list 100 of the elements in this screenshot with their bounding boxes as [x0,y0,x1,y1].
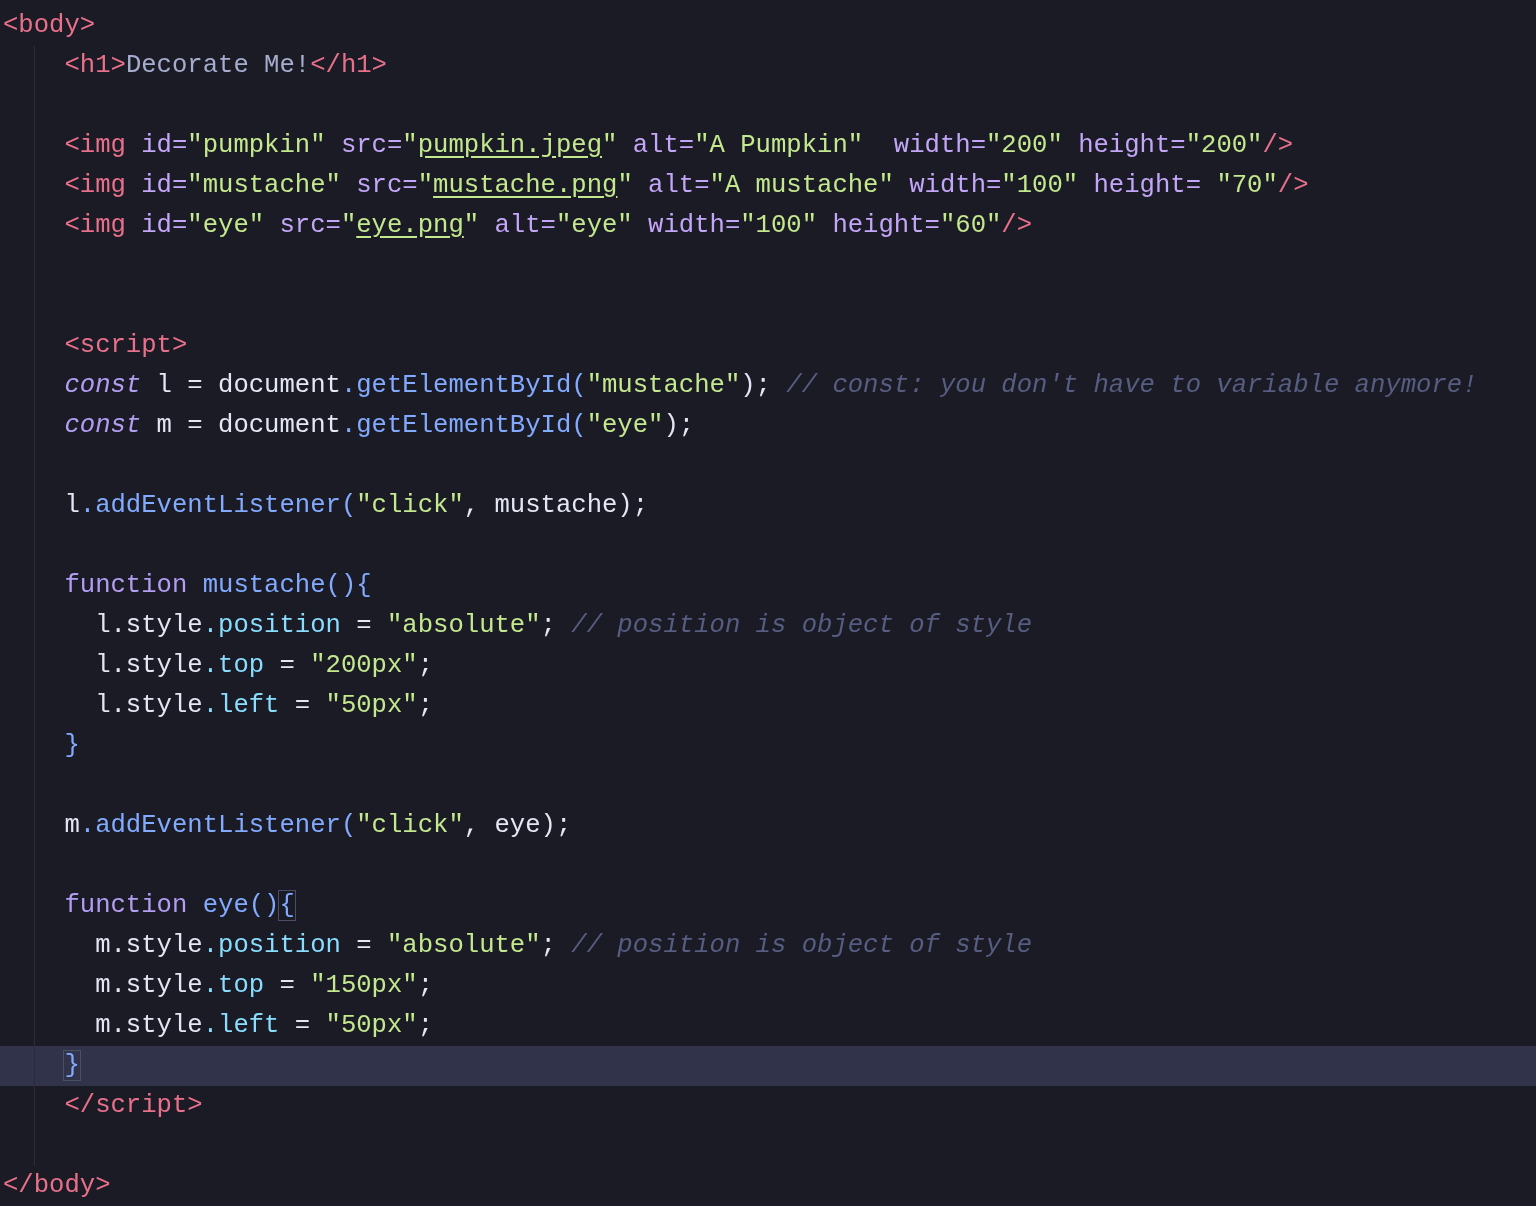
file-link[interactable]: mustache.png [433,171,618,200]
code-text: = [294,691,312,720]
attribute-name: height= [832,211,940,240]
code-text: ; [540,931,556,960]
string-literal: "eye" [586,411,664,440]
code-text: ; [417,651,434,680]
string-literal: " [340,211,357,240]
code-text: l.style [95,611,203,640]
file-link[interactable]: eye.png [356,211,464,240]
string-literal: "eye" [555,211,633,240]
function-name: .getElementById( [340,411,587,440]
code-text: ); [740,371,771,400]
code-text: ); [663,411,695,440]
keyword: function [64,891,188,920]
code-text: m.style [95,931,203,960]
html-tag: /> [1262,131,1294,160]
html-tag: <h1> [64,51,126,80]
matched-brace: { [279,891,295,920]
html-tag: /> [1001,211,1033,240]
function-name: .addEventListener( [79,491,357,520]
attribute-name: alt= [494,211,556,240]
function-name: .addEventListener( [79,811,357,840]
html-tag: <script> [64,331,188,360]
attribute-name: width= [648,211,741,240]
html-tag: <img [64,171,126,200]
code-text: m [64,811,80,840]
string-literal: "mustache" [187,171,341,200]
html-tag: <img [64,211,126,240]
code-text: ; [417,971,434,1000]
string-literal: "50px" [325,691,418,720]
string-literal: "mustache" [586,371,741,400]
code-text: l.style [95,691,203,720]
html-tag: </script> [64,1091,203,1120]
string-literal: "eye" [187,211,265,240]
matched-brace: } [64,1051,80,1080]
property-name: .top [202,651,265,680]
code-text: ; [540,611,556,640]
function-name: .getElementById( [340,371,587,400]
attribute-name: width= [893,131,986,160]
attribute-name: id= [141,211,188,240]
attribute-name: src= [279,211,341,240]
html-tag: </h1> [310,51,387,80]
code-text: l.style [95,651,203,680]
attribute-name: alt= [648,171,710,200]
function-name: } [64,731,80,760]
keyword: function [64,571,188,600]
attribute-name: src= [340,131,403,160]
property-name: .top [202,971,265,1000]
attribute-name: height= [1093,171,1202,200]
attribute-name: src= [356,171,418,200]
function-name: eye() [202,891,280,920]
code-text: m = document [156,411,341,440]
string-literal: "100" [740,211,818,240]
code-text: l = document [156,371,341,400]
string-literal: " [602,131,618,160]
keyword: const [64,371,142,400]
string-literal: "60" [939,211,1002,240]
code-text: = [356,931,373,960]
string-literal: "pumpkin" [187,131,326,160]
heading-text: Decorate Me! [125,51,311,80]
property-name: .left [202,1011,280,1040]
string-literal: "70" [1216,171,1278,200]
html-tag: </body> [3,1171,111,1200]
string-literal: " [617,171,633,200]
code-text: ; [417,691,434,720]
html-tag: <img [64,131,126,160]
property-name: .left [202,691,280,720]
property-name: .position [202,931,341,960]
string-literal: "A mustache" [709,171,894,200]
string-literal: " [417,171,434,200]
attribute-name: height= [1078,131,1186,160]
string-literal: "150px" [310,971,418,1000]
html-tag: <body> [3,11,96,40]
code-text: = [356,611,373,640]
string-literal: "click" [356,811,464,840]
string-literal: " [463,211,480,240]
string-literal: "absolute" [387,931,541,960]
string-literal: "100" [1001,171,1079,200]
html-tag: /> [1277,171,1309,200]
code-text: m.style [95,1011,203,1040]
string-literal: "click" [356,491,464,520]
code-comment: // position is object of style [571,931,1033,960]
attribute-name: width= [909,171,1002,200]
string-literal: "absolute" [387,611,541,640]
code-text: l [64,491,80,520]
code-comment: // position is object of style [571,611,1033,640]
property-name: .position [202,611,341,640]
code-text: , eye); [463,811,572,840]
string-literal: "A Pumpkin" [694,131,864,160]
keyword: const [64,411,142,440]
code-text: ; [417,1011,434,1040]
function-name: mustache(){ [202,571,372,600]
code-text: , mustache); [463,491,649,520]
string-literal: "50px" [325,1011,418,1040]
code-text: m.style [95,971,203,1000]
string-literal: " [402,131,418,160]
attribute-name: alt= [632,131,695,160]
attribute-name: id= [141,131,188,160]
string-literal: "200" [1185,131,1263,160]
file-link[interactable]: pumpkin.jpeg [417,131,602,160]
